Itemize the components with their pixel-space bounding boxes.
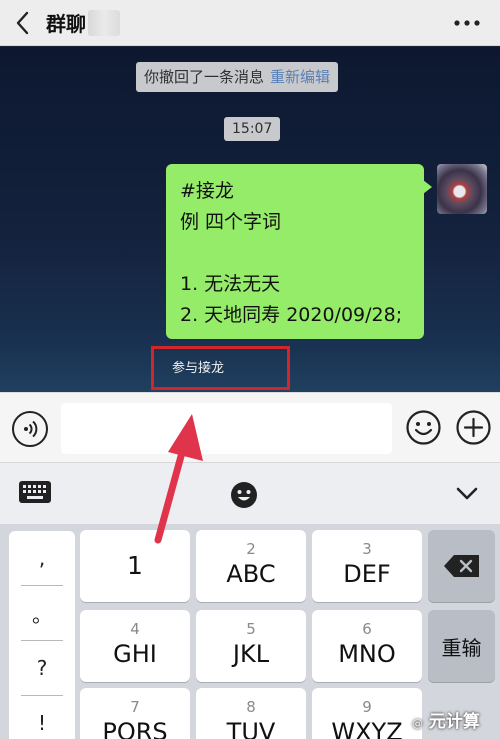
key-letters: DEF [343,560,391,588]
join-chain-button[interactable]: 参与接龙 [172,357,224,376]
key-number: 4 [130,620,140,638]
reedit-link[interactable]: 重新编辑 [270,68,330,86]
message-input[interactable] [61,403,392,454]
reenter-key[interactable]: 重输 [428,610,495,682]
recall-notice-text: 你撤回了一条消息 [144,68,265,86]
key-number: 7 [130,698,140,716]
key-4[interactable]: 4 GHI [80,610,190,682]
key-number: 9 [362,698,372,716]
message-line: 2. 天地同寿 2020/09/28; [180,304,403,326]
key-number: 6 [362,620,372,638]
key-label: 1 [127,551,143,580]
chat-title: 群聊 [46,12,86,36]
keyboard-toolbar [0,462,500,524]
key-3[interactable]: 3 DEF [312,530,422,602]
message-line: 1. 无法无天 [180,273,281,295]
sender-avatar[interactable] [437,164,487,214]
key-2[interactable]: 2 ABC [196,530,306,602]
blurred-title-region [88,9,120,36]
backspace-icon [443,555,479,577]
recall-notice: 你撤回了一条消息 重新编辑 [136,62,339,92]
key-letters: MNO [338,640,396,668]
key-letters: PQRS [102,718,168,739]
key-5[interactable]: 5 JKL [196,610,306,682]
watermark-prefix: @ [412,717,423,730]
key-number: 8 [246,698,256,716]
delete-key[interactable] [428,530,495,602]
punct-key[interactable]: ? [9,641,75,695]
plus-circle-icon[interactable] [455,409,492,446]
key-8[interactable]: 8 TUV [196,688,306,739]
key-6[interactable]: 6 MNO [312,610,422,682]
emoji-icon[interactable] [230,481,258,509]
key-letters: TUV [226,718,276,739]
message-line: #接龙 [180,180,234,202]
key-1[interactable]: 1 [80,530,190,602]
join-chain-highlight: 参与接龙 [151,346,290,390]
message-line [180,238,410,269]
chat-header: 群聊 [0,0,500,46]
punctuation-column: , 。 ? ! [9,531,75,739]
input-bar [0,392,500,462]
key-number: 2 [246,540,256,558]
key-9[interactable]: 9 WXYZ [312,688,422,739]
punct-key[interactable]: 。 [9,586,75,640]
key-letters: WXYZ [331,718,403,739]
key-letters: GHI [113,640,157,668]
smile-icon[interactable] [405,409,442,446]
message-bubble[interactable]: #接龙 例 四个字词 1. 无法无天 2. 天地同寿 2020/09/28; [166,164,432,339]
timestamp-badge: 15:07 [224,117,281,141]
key-number: 5 [246,620,256,638]
key-letters: JKL [232,640,270,668]
chevron-down-icon[interactable] [454,483,480,505]
watermark-text: 元计算 [428,712,480,732]
key-letters: ABC [226,560,276,588]
key-number: 3 [362,540,372,558]
watermark: @ 元计算 [412,707,480,732]
voice-icon[interactable] [12,411,48,447]
chat-messages-area: 你撤回了一条消息 重新编辑 15:07 #接龙 例 四个字词 1. 无法无天 2.… [0,47,500,392]
punct-key[interactable]: ! [9,696,75,739]
punct-key[interactable]: , [9,531,75,585]
message-line: 例 四个字词 [180,211,282,233]
back-chevron-icon[interactable] [0,0,46,46]
more-dots-icon[interactable] [450,8,484,38]
keyboard-icon[interactable] [18,480,52,508]
key-7[interactable]: 7 PQRS [80,688,190,739]
